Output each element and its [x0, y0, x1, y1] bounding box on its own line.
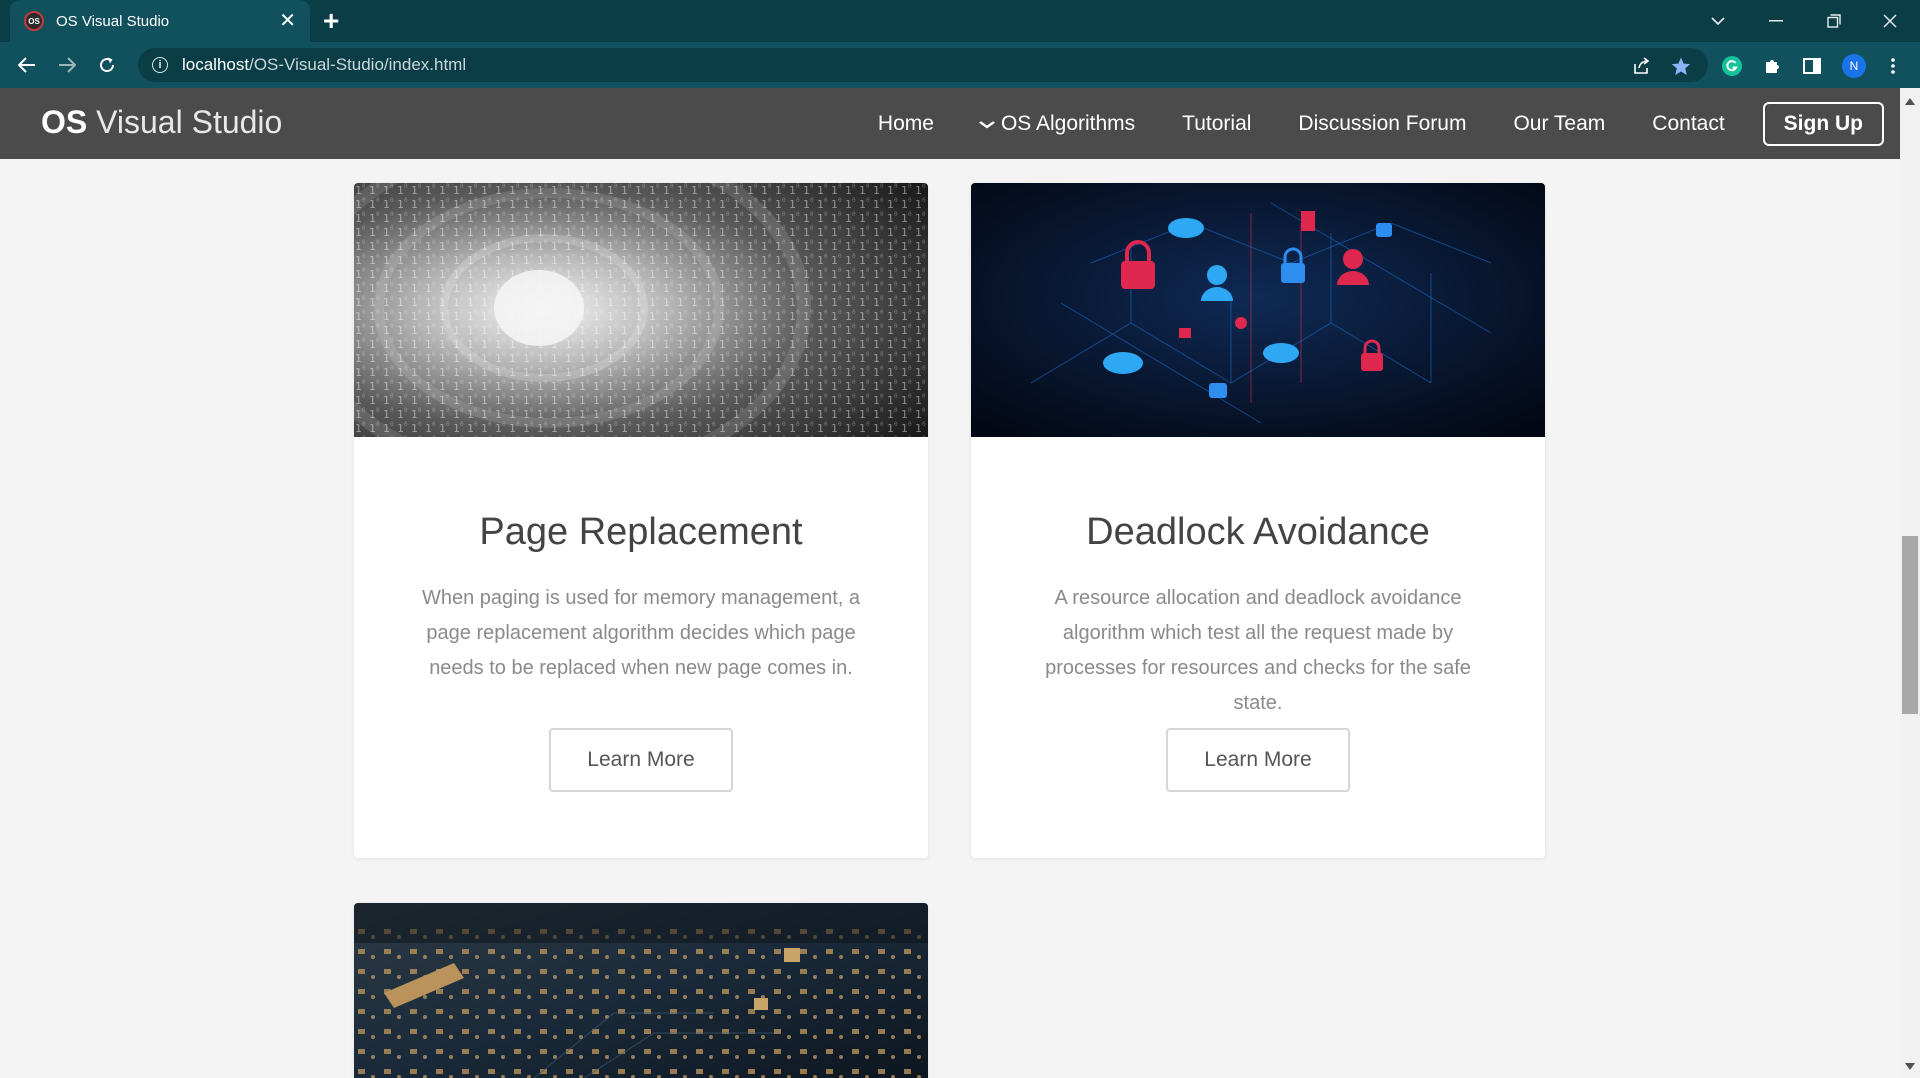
nav-home[interactable]: Home: [878, 112, 934, 136]
nav-tutorial[interactable]: Tutorial: [1182, 112, 1251, 136]
circuit-board-image: [354, 903, 928, 1078]
nav-links: Home OS Algorithms Tutorial Discussion F…: [831, 88, 1900, 159]
forward-arrow-icon[interactable]: [52, 50, 82, 80]
learn-more-button[interactable]: Learn More: [1166, 728, 1350, 792]
star-icon[interactable]: [1670, 55, 1692, 77]
share-icon[interactable]: [1630, 55, 1652, 77]
nav-discussion-forum[interactable]: Discussion Forum: [1298, 112, 1466, 136]
kebab-menu-icon[interactable]: [1882, 55, 1904, 77]
card-title: Deadlock Avoidance: [1086, 511, 1430, 553]
card-page-replacement: 1 0 Page Replacement When paging is used…: [354, 183, 928, 858]
site-navbar: OS Visual Studio Home OS Algorithms Tuto…: [0, 88, 1900, 159]
browser-tab[interactable]: OS OS Visual Studio ✕: [10, 0, 310, 42]
learn-more-button[interactable]: Learn More: [549, 728, 733, 792]
back-arrow-icon[interactable]: [12, 50, 42, 80]
card-description: When paging is used for memory managemen…: [422, 587, 860, 679]
tab-title: OS Visual Studio: [56, 12, 170, 30]
grammarly-icon[interactable]: [1721, 55, 1743, 77]
tab-search-icon[interactable]: [1690, 0, 1746, 42]
card-partial: [354, 903, 928, 1078]
site-brand[interactable]: OS Visual Studio: [41, 104, 282, 141]
binary-tunnel-image: 1 0: [354, 183, 928, 437]
nav-our-team[interactable]: Our Team: [1513, 112, 1605, 136]
close-window-icon[interactable]: [1862, 0, 1918, 42]
scroll-down-icon[interactable]: [1905, 1063, 1915, 1070]
nav-contact[interactable]: Contact: [1652, 112, 1724, 136]
new-tab-icon[interactable]: +: [323, 6, 339, 36]
puzzle-icon[interactable]: [1762, 55, 1784, 77]
side-panel-icon[interactable]: [1801, 55, 1823, 77]
favicon-icon: OS: [24, 11, 44, 31]
profile-avatar[interactable]: N: [1842, 54, 1866, 78]
chevron-down-icon: [978, 116, 996, 132]
reload-icon[interactable]: [92, 50, 122, 80]
address-bar[interactable]: i localhost/OS-Visual-Studio/index.html: [138, 48, 1708, 82]
restore-icon[interactable]: [1806, 0, 1862, 42]
card-title: Page Replacement: [479, 511, 803, 553]
browser-tabstrip: OS OS Visual Studio ✕ +: [0, 0, 1920, 42]
sign-up-button[interactable]: Sign Up: [1762, 101, 1884, 146]
card-description: A resource allocation and deadlock avoid…: [1045, 587, 1471, 714]
nav-os-algorithms-label: OS Algorithms: [1000, 111, 1136, 135]
page-scrollbar[interactable]: [1900, 88, 1920, 1078]
scrollbar-thumb[interactable]: [1902, 536, 1918, 714]
security-network-image: [971, 183, 1545, 437]
nav-os-algorithms[interactable]: OS Algorithms: [978, 111, 1136, 136]
minimize-icon[interactable]: [1748, 0, 1804, 42]
browser-toolbar: i localhost/OS-Visual-Studio/index.html …: [0, 42, 1920, 88]
scroll-up-icon[interactable]: [1905, 98, 1915, 105]
card-deadlock-avoidance: Deadlock Avoidance A resource allocation…: [971, 183, 1545, 858]
url-text: localhost/OS-Visual-Studio/index.html: [182, 55, 467, 74]
close-icon[interactable]: ✕: [279, 11, 296, 31]
info-icon[interactable]: i: [152, 57, 168, 73]
